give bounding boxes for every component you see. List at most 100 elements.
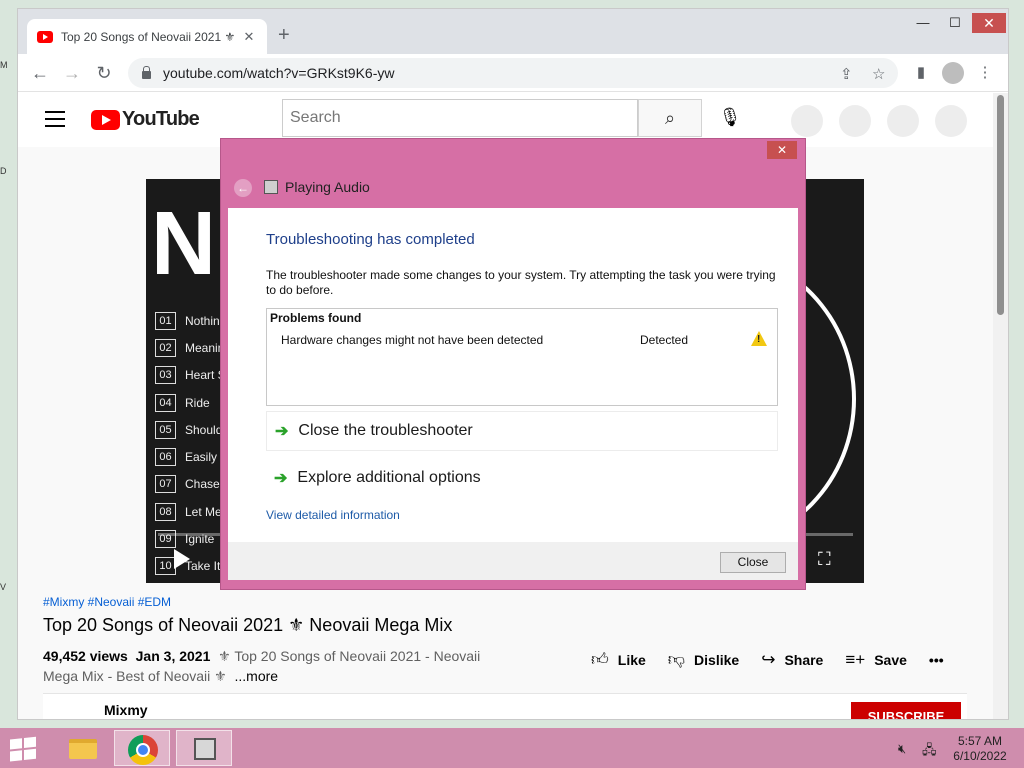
fullscreen-icon[interactable]: ⛶	[818, 549, 838, 569]
track-name: Let Me	[185, 504, 222, 519]
profile-avatar-icon[interactable]	[942, 62, 964, 84]
track-row: 01 Nothing	[155, 307, 226, 334]
folder-icon	[69, 739, 97, 759]
back-arrow-icon[interactable]: ←	[28, 61, 52, 85]
track-row: 09 Ignite	[155, 525, 226, 552]
track-row: 04 Ride	[155, 389, 226, 416]
option-label: Explore additional options	[297, 469, 481, 486]
video-hashtags[interactable]: #Mixmy #Neovaii #EDM	[43, 595, 171, 609]
dialog-heading: Troubleshooting has completed	[266, 231, 475, 248]
desktop-icon-fragment[interactable]: V	[0, 582, 10, 592]
view-count: 49,452 views	[43, 648, 128, 664]
share-page-icon[interactable]: ⇪	[840, 65, 853, 83]
view-details-link[interactable]: View detailed information	[266, 508, 400, 522]
track-number: 10	[155, 557, 176, 576]
video-tracklist: 01 Nothing 02 Meanin 03 Heart S 04 Ride 05 Should…	[155, 307, 226, 580]
like-label: Like	[617, 651, 646, 668]
bookmark-star-icon[interactable]: ☆	[872, 65, 885, 83]
desktop-icon-fragment[interactable]: M	[0, 60, 10, 70]
dislike-label: Dislike	[694, 651, 740, 668]
forward-arrow-icon[interactable]: →	[60, 61, 84, 85]
track-number: 07	[155, 475, 176, 494]
new-tab-button[interactable]: +	[278, 24, 290, 46]
play-icon[interactable]	[174, 549, 190, 569]
search-input[interactable]: Search	[282, 99, 638, 137]
save-label: Save	[874, 651, 907, 668]
chrome-icon	[128, 735, 158, 765]
header-placeholder-circle[interactable]	[791, 105, 823, 137]
dialog-close-x-button[interactable]: ✕	[767, 141, 797, 159]
dislike-button[interactable]: 👎︎ Dislike	[668, 649, 739, 670]
youtube-play-logo-icon	[91, 109, 120, 130]
show-more-link[interactable]: ...more	[235, 668, 279, 684]
desktop-icon-fragment[interactable]: D	[0, 166, 10, 176]
problem-description: Hardware changes might not have been det…	[281, 333, 544, 347]
system-clock[interactable]: 5:57 AM 6/10/2022	[950, 734, 1010, 764]
close-window-button[interactable]: ✕	[972, 13, 1006, 33]
video-title: Top 20 Songs of Neovaii 2021 ⚜ Neovaii M…	[43, 615, 453, 635]
close-troubleshooter-option[interactable]: ➔ Close the troubleshooter	[266, 411, 778, 451]
back-arrow-icon[interactable]: ←	[234, 179, 252, 197]
maximize-button[interactable]: ☐	[940, 13, 970, 33]
dialog-description: The troubleshooter made some changes to …	[266, 268, 776, 297]
windows-start-icon[interactable]	[10, 736, 38, 762]
track-name: Meanin	[185, 340, 225, 355]
problem-status: Detected	[640, 333, 689, 347]
clock-date: 6/10/2022	[953, 749, 1007, 763]
green-arrow-icon: ➔	[275, 423, 289, 440]
video-description[interactable]: 49,452 views Jan 3, 2021 ⚜ Top 20 Songs …	[43, 646, 483, 686]
microphone-icon[interactable]: 🎙	[718, 107, 742, 131]
track-row: 05 Should	[155, 416, 226, 443]
option-label: Close the troubleshooter	[298, 422, 473, 439]
lock-icon	[142, 66, 151, 79]
network-icon[interactable]: 🖧	[922, 741, 937, 763]
explore-options-option[interactable]: ➔ Explore additional options	[266, 458, 778, 498]
track-row: 02 Meanin	[155, 334, 226, 361]
share-label: Share	[784, 651, 824, 668]
like-button[interactable]: 👍︎ Like	[591, 649, 646, 670]
thumbs-up-icon: 👍︎	[591, 650, 609, 669]
track-number: 05	[155, 420, 176, 439]
reload-icon[interactable]: ↻	[92, 61, 116, 85]
url-text: youtube.com/watch?v=GRKst9K6-yw	[163, 65, 395, 81]
track-name: Easily	[185, 450, 218, 465]
taskbar-chrome[interactable]	[114, 730, 170, 766]
save-button[interactable]: ≡+ Save	[845, 650, 907, 670]
troubleshooter-dialog: ✕ ← Playing Audio Troubleshooting has co…	[220, 138, 806, 590]
taskbar-troubleshooter[interactable]	[176, 730, 232, 766]
header-placeholder-circle[interactable]	[935, 105, 967, 137]
page-scrollbar[interactable]	[993, 93, 1008, 719]
search-button[interactable]: ⌕	[638, 99, 702, 137]
close-button[interactable]: Close	[720, 552, 786, 573]
hamburger-menu-icon[interactable]	[45, 111, 65, 127]
track-row: 10 Take It	[155, 553, 226, 580]
taskbar-file-explorer[interactable]	[53, 730, 109, 766]
dialog-body: Troubleshooting has completed The troubl…	[228, 208, 798, 542]
share-button[interactable]: ↪ Share	[761, 650, 823, 670]
green-arrow-icon: ➔	[274, 470, 288, 487]
track-name: Take It	[185, 559, 221, 574]
browser-menu-icon[interactable]: ⋮	[974, 62, 996, 84]
minimize-button[interactable]: —	[908, 13, 938, 33]
more-actions-button[interactable]: •••	[929, 652, 944, 668]
subscribe-button[interactable]: SUBSCRIBE	[851, 702, 961, 719]
youtube-logo[interactable]: YouTube	[91, 108, 200, 131]
side-panel-icon[interactable]: ▮	[910, 62, 932, 84]
volume-muted-icon[interactable]: 🔇︎	[898, 741, 906, 757]
track-number: 08	[155, 502, 176, 521]
problems-list: Problems found Hardware changes might no…	[266, 308, 778, 406]
scrollbar-thumb[interactable]	[997, 95, 1004, 315]
channel-bar: Mixmy SUBSCRIBE	[43, 693, 967, 719]
address-bar[interactable]: youtube.com/watch?v=GRKst9K6-yw ⇪ ☆	[128, 58, 898, 88]
browser-tab[interactable]: Top 20 Songs of Neovaii 2021 ⚜ ✕	[27, 19, 267, 54]
tab-strip: Top 20 Songs of Neovaii 2021 ⚜ ✕ + — ☐ ✕	[18, 9, 1008, 54]
share-arrow-icon: ↪	[761, 649, 776, 669]
youtube-favicon-icon	[37, 30, 53, 43]
header-placeholder-circle[interactable]	[887, 105, 919, 137]
track-number: 03	[155, 366, 176, 385]
tab-close-icon[interactable]: ✕	[241, 29, 257, 45]
track-number: 04	[155, 393, 176, 412]
channel-name[interactable]: Mixmy	[104, 702, 148, 718]
header-placeholder-circle[interactable]	[839, 105, 871, 137]
track-number: 02	[155, 338, 176, 357]
